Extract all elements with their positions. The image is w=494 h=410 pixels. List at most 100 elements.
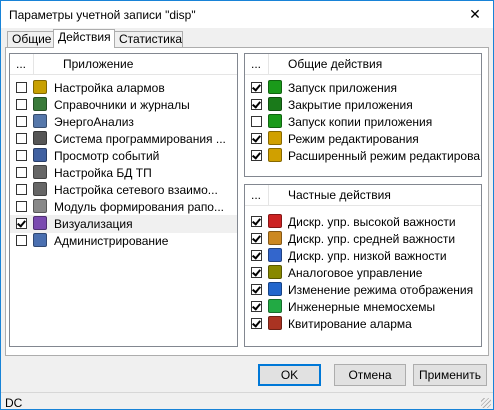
apps-item-label: Справочники и журналы: [54, 98, 190, 112]
general-item-label: Запуск приложения: [288, 81, 397, 95]
private-item-label: Дискр. упр. низкой важности: [288, 249, 447, 263]
general-list-item[interactable]: Запуск приложения: [245, 79, 481, 97]
apps-item-label: Модуль формирования рапо...: [54, 200, 224, 214]
general-actions-header: ... Общие действия: [245, 54, 481, 75]
private-item-label: Аналоговое управление: [288, 266, 423, 280]
general-item-label: Расширенный режим редактирова...: [288, 149, 482, 163]
ack-alarm-icon: [268, 316, 282, 330]
display-mode-icon: [268, 282, 282, 296]
apps-list-item[interactable]: ЭнергоАнализ: [10, 113, 237, 131]
checkbox[interactable]: [16, 99, 27, 110]
checkbox[interactable]: [251, 82, 262, 93]
general-item-label: Закрытие приложения: [288, 98, 413, 112]
checkbox[interactable]: [251, 133, 262, 144]
checkbox[interactable]: [251, 116, 262, 127]
checkbox[interactable]: [16, 218, 27, 229]
network-icon: [33, 182, 47, 196]
events-icon: [33, 148, 47, 162]
general-item-label: Запуск копии приложения: [288, 115, 433, 129]
private-list-item[interactable]: Инженерные мнемосхемы: [245, 298, 481, 316]
checkbox[interactable]: [16, 167, 27, 178]
apps-list-item[interactable]: Просмотр событий: [10, 147, 237, 165]
resize-grip[interactable]: [481, 398, 491, 408]
checkbox[interactable]: [251, 318, 262, 329]
private-list-item[interactable]: Изменение режима отображения: [245, 281, 481, 299]
checkbox[interactable]: [16, 82, 27, 93]
private-actions-header-dots[interactable]: ...: [251, 188, 261, 202]
applications-header: ... Приложение: [10, 54, 237, 75]
private-list-item[interactable]: Дискр. упр. низкой важности: [245, 247, 481, 265]
private-actions-header-label[interactable]: Частные действия: [288, 188, 391, 202]
apps-list-item[interactable]: Система программирования ...: [10, 130, 237, 148]
apps-item-label: ЭнергоАнализ: [54, 115, 134, 129]
account-settings-window: Параметры учетной записи "disp" ✕ Общие …: [0, 0, 494, 410]
apps-list-item[interactable]: Настройка алармов: [10, 79, 237, 97]
private-item-label: Изменение режима отображения: [288, 283, 474, 297]
checkbox[interactable]: [16, 235, 27, 246]
title-bar: Параметры учетной записи "disp" ✕: [1, 1, 493, 28]
checkbox[interactable]: [16, 184, 27, 195]
apps-list-item[interactable]: Администрирование: [10, 232, 237, 250]
checkbox[interactable]: [16, 116, 27, 127]
tab-general[interactable]: Общие: [7, 31, 54, 47]
general-list-item[interactable]: Расширенный режим редактирова...: [245, 147, 481, 165]
analog-control-icon: [268, 265, 282, 279]
checkbox[interactable]: [251, 150, 262, 161]
general-actions-header-dots[interactable]: ...: [251, 57, 261, 71]
checkbox[interactable]: [251, 99, 262, 110]
apps-list-item[interactable]: Визуализация: [10, 215, 237, 233]
private-list-item[interactable]: Аналоговое управление: [245, 264, 481, 282]
checkbox[interactable]: [16, 150, 27, 161]
checkbox[interactable]: [251, 216, 262, 227]
private-item-label: Квитирование аларма: [288, 317, 412, 331]
database-icon: [33, 165, 47, 179]
checkbox[interactable]: [16, 133, 27, 144]
tab-actions[interactable]: Действия: [53, 29, 115, 48]
ext-edit-mode-icon: [268, 148, 282, 162]
apps-list-item[interactable]: Справочники и журналы: [10, 96, 237, 114]
applications-list[interactable]: ... Приложение Настройка алармов Справочн…: [9, 53, 238, 347]
apps-item-label: Настройка сетевого взаимо...: [54, 183, 218, 197]
apps-item-label: Система программирования ...: [54, 132, 226, 146]
status-text: DC: [5, 396, 23, 410]
checkbox[interactable]: [16, 201, 27, 212]
apps-list-item[interactable]: Настройка БД ТП: [10, 164, 237, 182]
tab-statistics[interactable]: Статистика: [114, 31, 183, 47]
private-list-item[interactable]: Дискр. упр. высокой важности: [245, 213, 481, 231]
general-actions-header-label[interactable]: Общие действия: [288, 57, 382, 71]
apps-item-label: Просмотр событий: [54, 149, 160, 163]
checkbox[interactable]: [251, 267, 262, 278]
general-list-item[interactable]: Запуск копии приложения: [245, 113, 481, 131]
discrete-mid-icon: [268, 231, 282, 245]
checkbox[interactable]: [251, 233, 262, 244]
apps-item-label: Визуализация: [54, 217, 133, 231]
apps-list-item[interactable]: Модуль формирования рапо...: [10, 198, 237, 216]
checkbox[interactable]: [251, 284, 262, 295]
general-item-label: Режим редактирования: [288, 132, 419, 146]
ok-button[interactable]: OK: [258, 364, 321, 386]
report-icon: [33, 199, 47, 213]
window-title: Параметры учетной записи "disp": [9, 8, 196, 22]
private-item-label: Дискр. упр. средней важности: [288, 232, 456, 246]
checkbox[interactable]: [251, 250, 262, 261]
private-actions-list[interactable]: ... Частные действия Дискр. упр. высокой…: [244, 184, 482, 347]
cancel-button[interactable]: Отмена: [334, 364, 406, 386]
edit-mode-icon: [268, 131, 282, 145]
apply-button[interactable]: Применить: [413, 364, 487, 386]
private-list-item[interactable]: Квитирование аларма: [245, 315, 481, 333]
close-icon[interactable]: ✕: [457, 1, 493, 28]
apps-list-item[interactable]: Настройка сетевого взаимо...: [10, 181, 237, 199]
general-actions-list[interactable]: ... Общие действия Запуск приложения Закр…: [244, 53, 482, 177]
checkbox[interactable]: [251, 301, 262, 312]
run-app-icon: [268, 80, 282, 94]
book-icon: [33, 97, 47, 111]
general-list-item[interactable]: Режим редактирования: [245, 130, 481, 148]
private-list-item[interactable]: Дискр. упр. средней важности: [245, 230, 481, 248]
general-list-item[interactable]: Закрытие приложения: [245, 96, 481, 114]
apps-item-label: Настройка БД ТП: [54, 166, 152, 180]
applications-header-dots[interactable]: ...: [16, 57, 26, 71]
mnemo-icon: [268, 299, 282, 313]
private-item-label: Инженерные мнемосхемы: [288, 300, 436, 314]
apps-item-label: Настройка алармов: [54, 81, 165, 95]
applications-header-label[interactable]: Приложение: [63, 57, 133, 71]
